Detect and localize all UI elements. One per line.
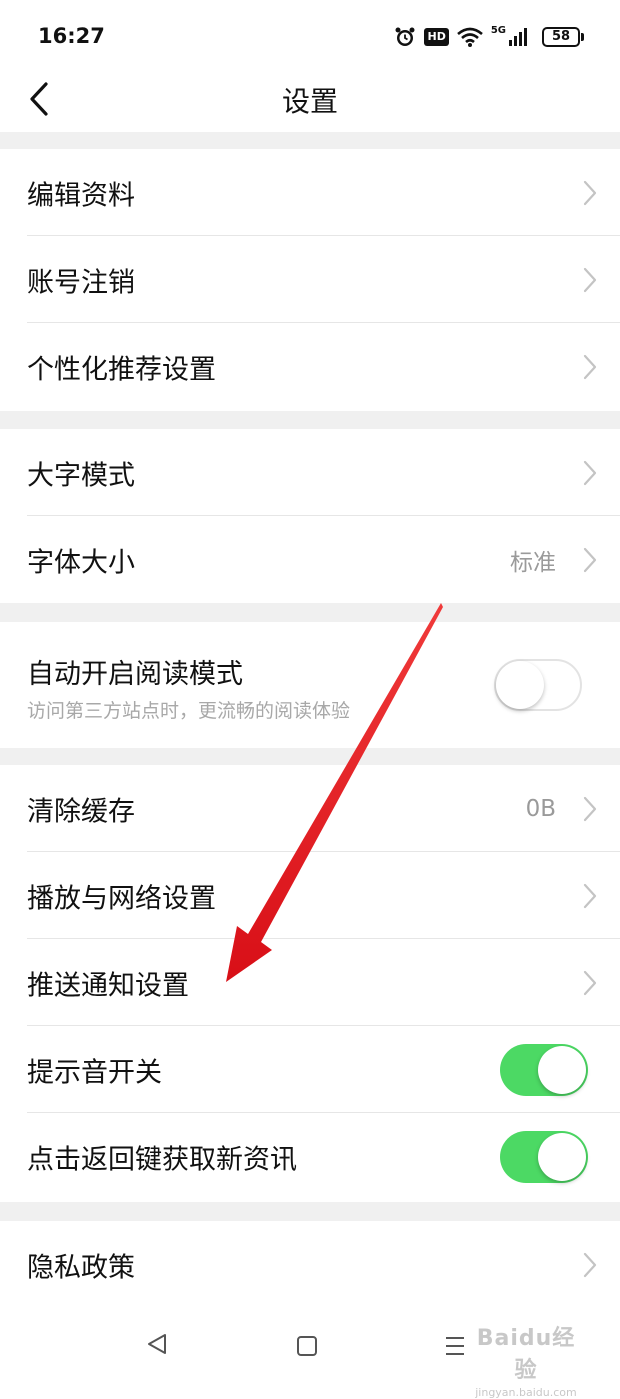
row-label: 字体大小 [27,547,135,578]
settings-group-legal: 隐私政策 [0,1221,620,1308]
row-label: 大字模式 [27,460,135,491]
row-label: 自动开启阅读模式 [27,659,243,690]
alarm-icon [395,27,415,46]
section-gap [0,132,620,149]
row-label: 点击返回键获取新资讯 [27,1144,297,1175]
battery-indicator: 58 [542,27,584,47]
chevron-right-icon [583,180,597,205]
row-label: 推送通知设置 [27,970,189,1001]
chevron-right-icon [583,267,597,292]
row-personalized-recommend[interactable]: 个性化推荐设置 [0,323,620,410]
settings-group-general: 清除缓存 0B 播放与网络设置 推送通知设置 提示音开关 点击返回键获取新资讯 [0,765,620,1200]
back-key-refresh-toggle[interactable] [500,1130,588,1183]
toggle-knob [538,1045,586,1094]
row-clear-cache[interactable]: 清除缓存 0B [0,765,620,852]
chevron-right-icon [583,796,597,821]
row-push-notification[interactable]: 推送通知设置 [0,939,620,1026]
row-large-text-mode[interactable]: 大字模式 [0,429,620,516]
row-label: 播放与网络设置 [27,883,216,914]
font-size-value: 标准 [510,549,556,576]
chevron-right-icon [583,547,597,572]
row-label: 编辑资料 [27,180,135,211]
section-gap [0,748,620,765]
page-title: 设置 [281,85,338,118]
cache-size-value: 0B [525,795,556,822]
row-auto-reading-mode: 自动开启阅读模式 访问第三方站点时，更流畅的阅读体验 [0,622,620,748]
chevron-right-icon [583,970,597,995]
menu-lines-icon[interactable] [444,1335,466,1357]
sound-switch-toggle[interactable] [500,1043,588,1096]
status-bar: 16:27 HD 5G 58 [0,0,620,70]
toggle-knob [496,661,544,709]
row-privacy-policy[interactable]: 隐私政策 [0,1221,620,1308]
header: 设置 [0,70,620,132]
row-label: 提示音开关 [27,1057,162,1088]
row-back-key-refresh: 点击返回键获取新资讯 [0,1113,620,1200]
chevron-right-icon [583,1252,597,1277]
settings-group-reading: 自动开启阅读模式 访问第三方站点时，更流畅的阅读体验 [0,622,620,748]
network-5g-label: 5G [490,25,506,36]
row-font-size[interactable]: 字体大小 标准 [0,516,620,603]
status-time: 16:27 [38,24,105,48]
section-gap [0,1202,620,1221]
settings-group-display: 大字模式 字体大小 标准 [0,429,620,603]
row-account-cancel[interactable]: 账号注销 [0,236,620,323]
toggle-knob [538,1132,586,1181]
baidu-watermark: Baidu经验 jingyan.baidu.com [466,1320,586,1399]
row-subtitle: 访问第三方站点时，更流畅的阅读体验 [27,700,351,722]
row-edit-profile[interactable]: 编辑资料 [0,149,620,236]
row-label: 账号注销 [27,267,135,298]
status-icons: HD 5G 58 [394,22,584,52]
hd-badge: HD [424,28,449,46]
square-home-icon[interactable] [296,1335,318,1357]
row-label: 个性化推荐设置 [27,354,216,385]
section-gap [0,411,620,429]
row-playback-network[interactable]: 播放与网络设置 [0,852,620,939]
auto-reading-mode-toggle[interactable] [494,659,582,711]
row-label: 清除缓存 [27,796,135,827]
chevron-right-icon [583,883,597,908]
watermark-sub: jingyan.baidu.com [475,1386,577,1399]
wifi-icon [456,27,483,47]
section-gap [0,603,620,622]
chevron-right-icon [583,354,597,379]
row-sound-switch: 提示音开关 [0,1026,620,1113]
triangle-back-icon[interactable] [146,1332,168,1356]
settings-group-account: 编辑资料 账号注销 个性化推荐设置 [0,149,620,410]
row-label: 隐私政策 [27,1252,135,1283]
watermark-main: Baidu经验 [476,1326,576,1383]
signal-icon [509,28,527,46]
chevron-right-icon [583,460,597,485]
